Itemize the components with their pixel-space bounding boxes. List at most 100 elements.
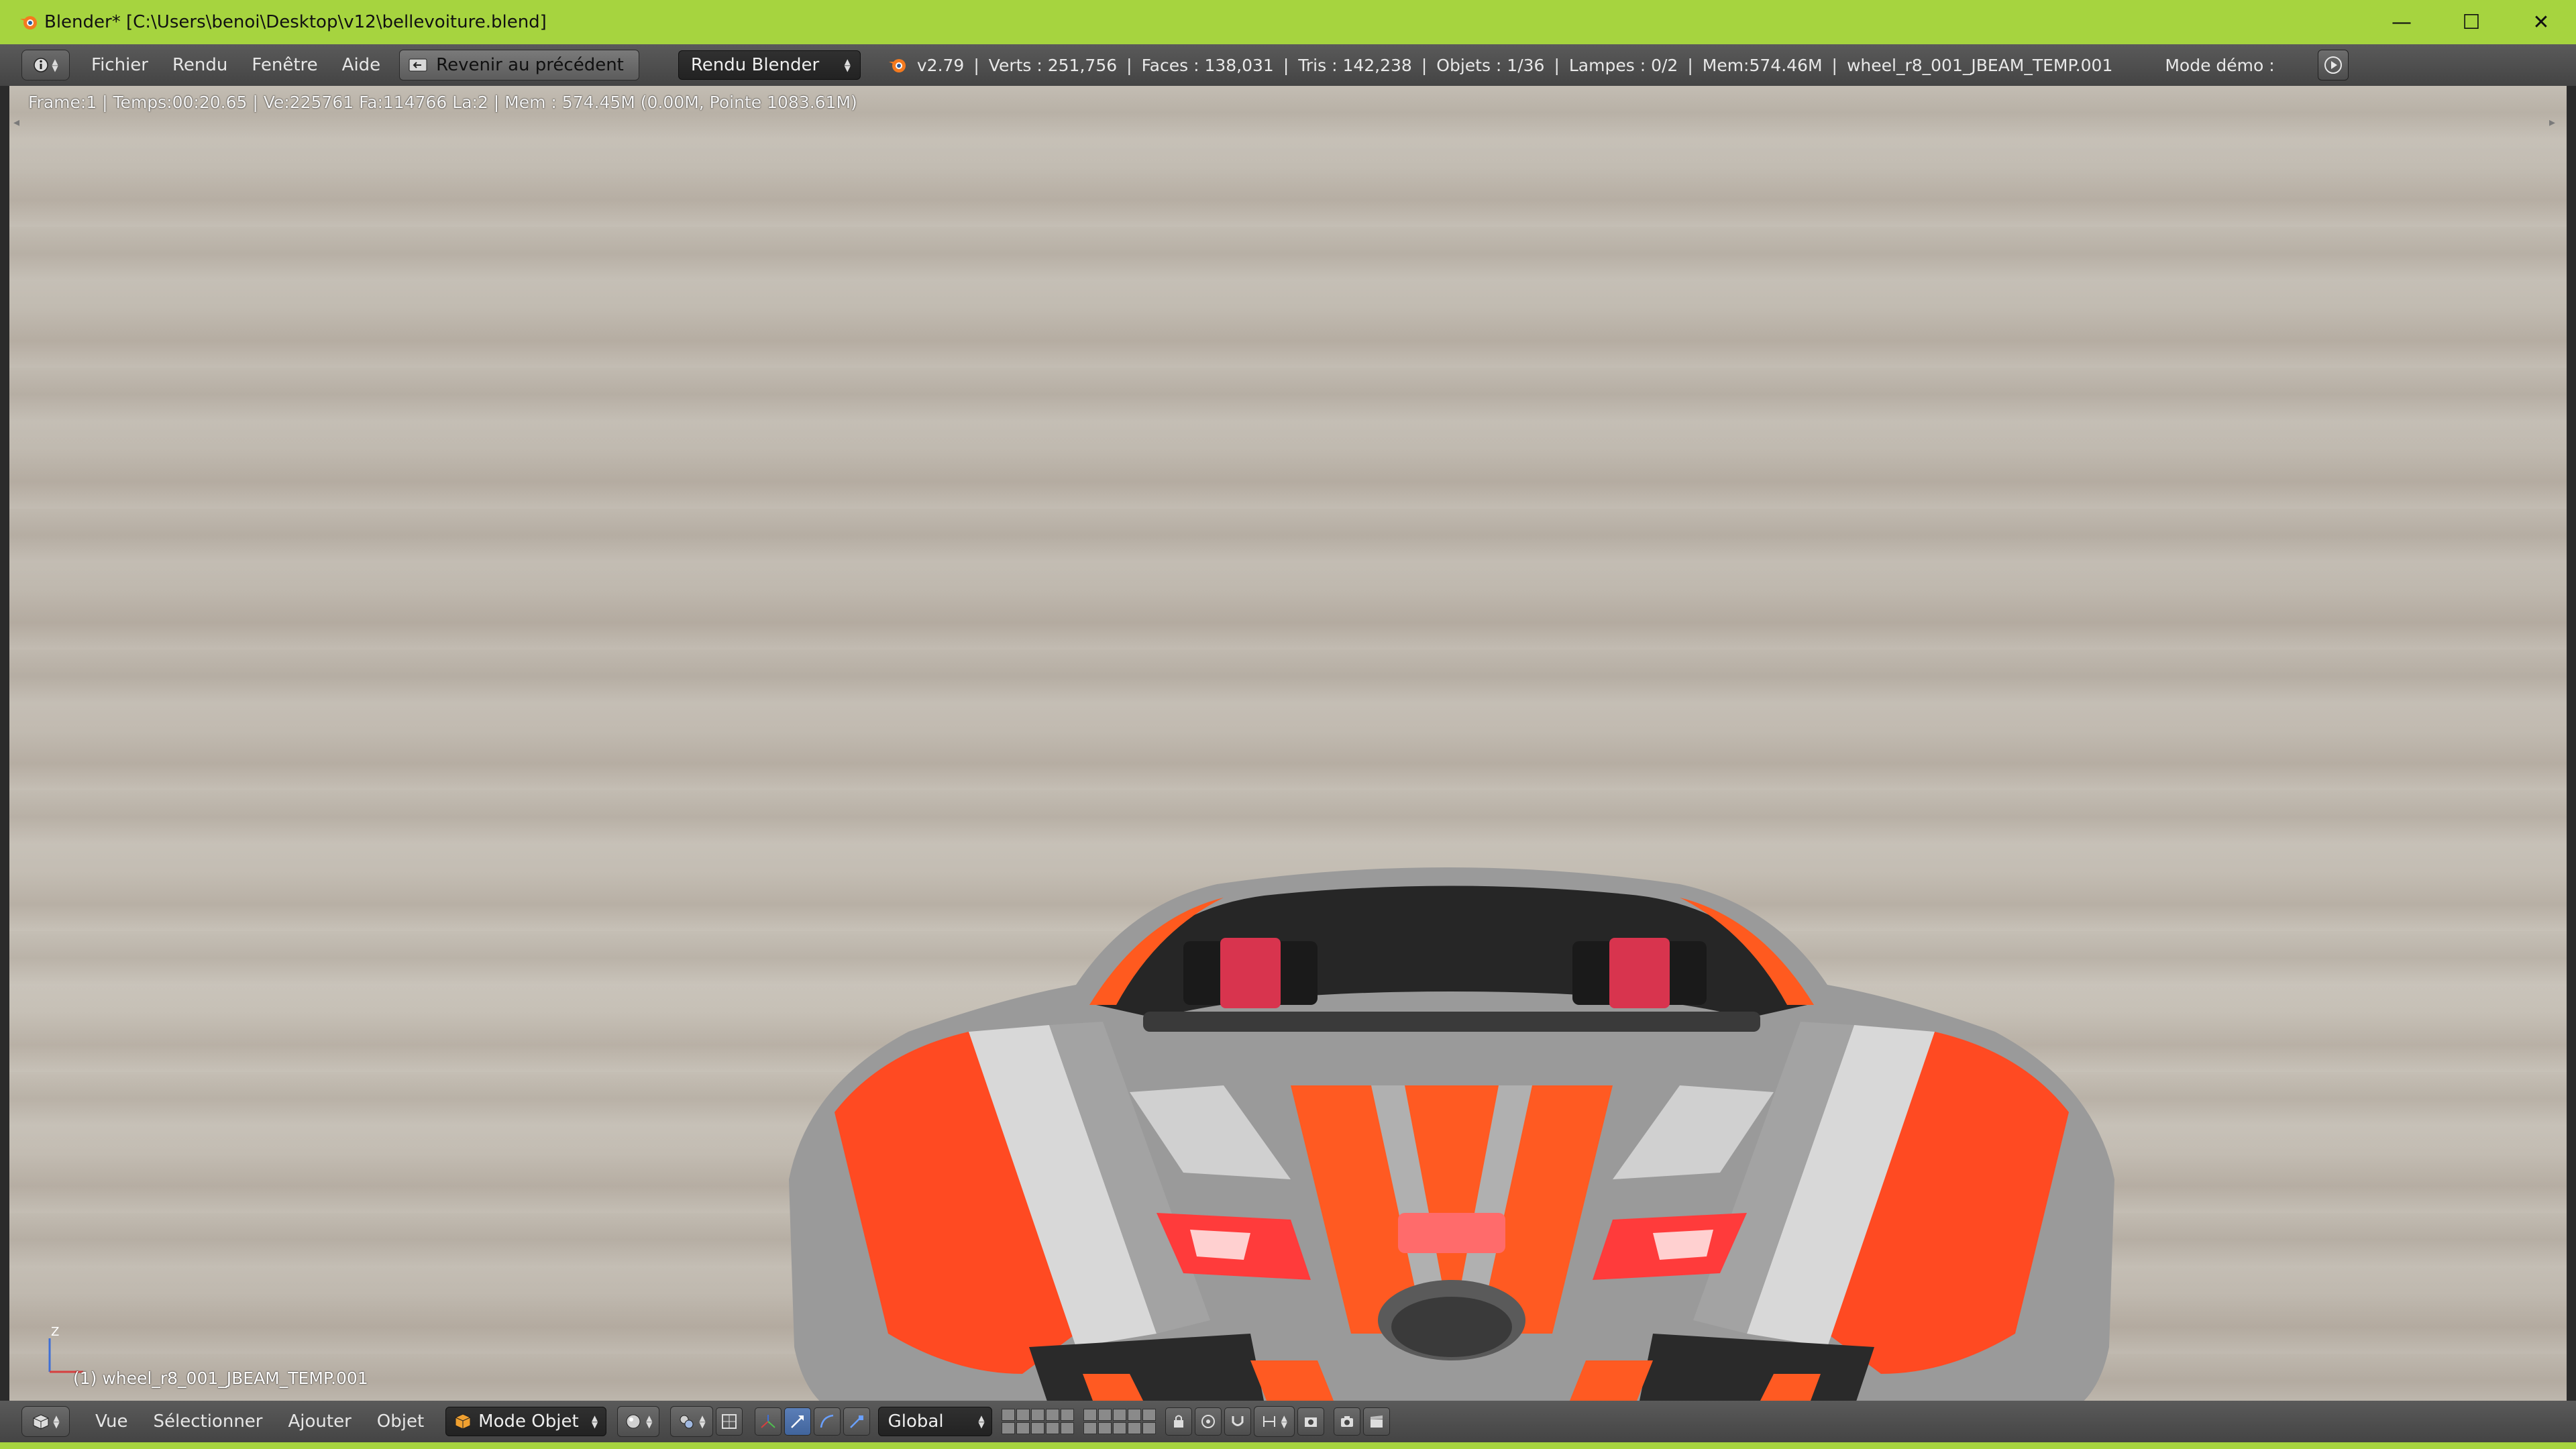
window-title: Blender* [C:\Users\benoi\Desktop\v12\bel… — [44, 12, 547, 32]
render-animation-button[interactable] — [1362, 1407, 1390, 1436]
scale-icon — [849, 1415, 863, 1428]
layer-button[interactable] — [1142, 1422, 1156, 1434]
stats-separator: | — [1554, 55, 1560, 75]
chevron-updown-icon: ▲ ▼ — [1281, 1413, 1287, 1430]
layer-button[interactable] — [1001, 1409, 1015, 1421]
layer-lock-button[interactable] — [1165, 1407, 1192, 1436]
layer-button[interactable] — [1045, 1409, 1059, 1421]
stats-separator: | — [1421, 55, 1428, 75]
demo-mode-label: Mode démo : — [2165, 55, 2275, 75]
layer-button[interactable] — [1112, 1422, 1126, 1434]
car-render — [789, 867, 2114, 1401]
stats-separator: | — [973, 55, 979, 75]
revert-button[interactable]: Revenir au précédent — [399, 50, 639, 80]
stats-lamps: Lampes : 0/2 — [1568, 55, 1678, 75]
3d-view-header: ▲ ▼ Vue Sélectionner Ajouter Objet Mode O… — [0, 1401, 2576, 1442]
pivot-point-icon — [680, 1415, 694, 1429]
stats-version: v2.79 — [916, 55, 965, 75]
rotate-tool-button[interactable] — [813, 1407, 841, 1436]
info-header: ▲ ▼ Fichier Rendu Fenêtre Aide Revenir au… — [0, 44, 2576, 86]
menu-aide[interactable]: Aide — [342, 55, 381, 75]
proportional-edit-icon — [1201, 1415, 1215, 1428]
chevron-updown-icon: ▲ ▼ — [646, 1413, 653, 1430]
snap-element-select[interactable]: ▲ ▼ — [1253, 1406, 1295, 1437]
layer-button[interactable] — [1016, 1409, 1030, 1421]
chevron-updown-icon: ▲ ▼ — [844, 57, 851, 73]
viewport-shading-select[interactable]: ▲ ▼ — [617, 1406, 660, 1437]
blender-logo-icon — [888, 59, 906, 72]
blender-logo-icon — [20, 16, 37, 30]
play-button[interactable] — [2317, 50, 2349, 80]
chevron-updown-icon: ▲ ▼ — [53, 1413, 60, 1430]
opengl-render-button[interactable] — [1297, 1407, 1324, 1436]
transform-orientation-select[interactable]: Global ▲ ▼ — [877, 1407, 992, 1436]
menu-rendu[interactable]: Rendu — [172, 55, 227, 75]
layer-button[interactable] — [1083, 1422, 1097, 1434]
clapperboard-icon — [1370, 1415, 1383, 1428]
layer-button[interactable] — [1142, 1409, 1156, 1421]
axis-z-label: Z — [51, 1325, 59, 1339]
menu-objet[interactable]: Objet — [377, 1411, 424, 1432]
layer-button[interactable] — [1030, 1409, 1044, 1421]
layer-button[interactable] — [1060, 1409, 1074, 1421]
stats-separator: | — [1687, 55, 1693, 75]
stats-verts: Verts : 251,756 — [988, 55, 1118, 75]
layer-button[interactable] — [1030, 1422, 1044, 1434]
window-bottom-border — [0, 1442, 2576, 1449]
editor-type-select[interactable]: ▲ ▼ — [21, 50, 70, 80]
stats-active-object: wheel_r8_001_JBEAM_TEMP.001 — [1846, 55, 2113, 75]
chevron-updown-icon: ▲ ▼ — [978, 1413, 985, 1430]
menu-fenetre[interactable]: Fenêtre — [252, 55, 317, 75]
stats-objects: Objets : 1/36 — [1436, 55, 1545, 75]
layer-button[interactable] — [1001, 1422, 1015, 1434]
3d-view-icon — [33, 1414, 49, 1430]
region-expand-left-icon[interactable]: ◂ — [13, 115, 28, 130]
snap-increment-icon — [1263, 1416, 1275, 1427]
interaction-mode-select[interactable]: Mode Objet ▲ ▼ — [445, 1407, 607, 1436]
camera-icon — [1340, 1416, 1353, 1427]
chevron-updown-icon: ▲ ▼ — [52, 57, 58, 73]
proportional-edit-button[interactable] — [1194, 1407, 1222, 1436]
layer-button[interactable] — [1112, 1409, 1126, 1421]
region-expand-right-icon[interactable]: ▸ — [2549, 115, 2564, 130]
3d-viewport[interactable]: Frame:1 | Temps:00:20.65 | Ve:225761 Fa:… — [9, 86, 2567, 1401]
editor-type-select[interactable]: ▲ ▼ — [21, 1406, 70, 1437]
pivot-point-select[interactable]: ▲ ▼ — [670, 1406, 713, 1437]
minimize-button[interactable]: — — [2367, 0, 2436, 44]
shading-sphere-icon — [626, 1414, 641, 1429]
magnet-icon — [1232, 1416, 1244, 1426]
menu-ajouter[interactable]: Ajouter — [288, 1411, 351, 1432]
layer-button[interactable] — [1016, 1422, 1030, 1434]
layer-button[interactable] — [1045, 1422, 1059, 1434]
layer-buttons-group-2[interactable] — [1083, 1409, 1156, 1434]
close-button[interactable]: ✕ — [2506, 0, 2576, 44]
object-mode-icon — [455, 1413, 471, 1430]
snap-magnet-button[interactable] — [1224, 1407, 1251, 1436]
scale-tool-button[interactable] — [843, 1407, 870, 1436]
render-engine-label: Rendu Blender — [690, 55, 820, 75]
snap-toggle-button[interactable] — [715, 1407, 743, 1436]
translate-arrow-icon — [790, 1415, 804, 1428]
render-engine-select[interactable]: Rendu Blender ▲ ▼ — [678, 50, 861, 80]
layer-buttons-group-1[interactable] — [1001, 1409, 1074, 1434]
maximize-button[interactable]: ☐ — [2436, 0, 2506, 44]
lock-icon — [1173, 1415, 1183, 1428]
translate-tool-button[interactable] — [784, 1407, 811, 1436]
stats-tris: Tris : 142,238 — [1298, 55, 1412, 75]
layer-button[interactable] — [1097, 1422, 1112, 1434]
layer-button[interactable] — [1083, 1409, 1097, 1421]
layer-button[interactable] — [1060, 1422, 1074, 1434]
layer-button[interactable] — [1127, 1409, 1141, 1421]
render-camera-button[interactable] — [1333, 1407, 1360, 1436]
manipulator-toggle-button[interactable] — [754, 1407, 782, 1436]
manipulator-icon — [760, 1415, 775, 1428]
layer-button[interactable] — [1127, 1422, 1141, 1434]
window-title-bar: Blender* [C:\Users\benoi\Desktop\v12\bel… — [0, 0, 2576, 44]
stats-faces: Faces : 138,031 — [1141, 55, 1274, 75]
menu-vue[interactable]: Vue — [95, 1411, 128, 1432]
stats-separator: | — [1831, 55, 1837, 75]
play-icon — [2324, 56, 2342, 74]
menu-fichier[interactable]: Fichier — [91, 55, 148, 75]
layer-button[interactable] — [1097, 1409, 1112, 1421]
menu-selectionner[interactable]: Sélectionner — [154, 1411, 263, 1432]
